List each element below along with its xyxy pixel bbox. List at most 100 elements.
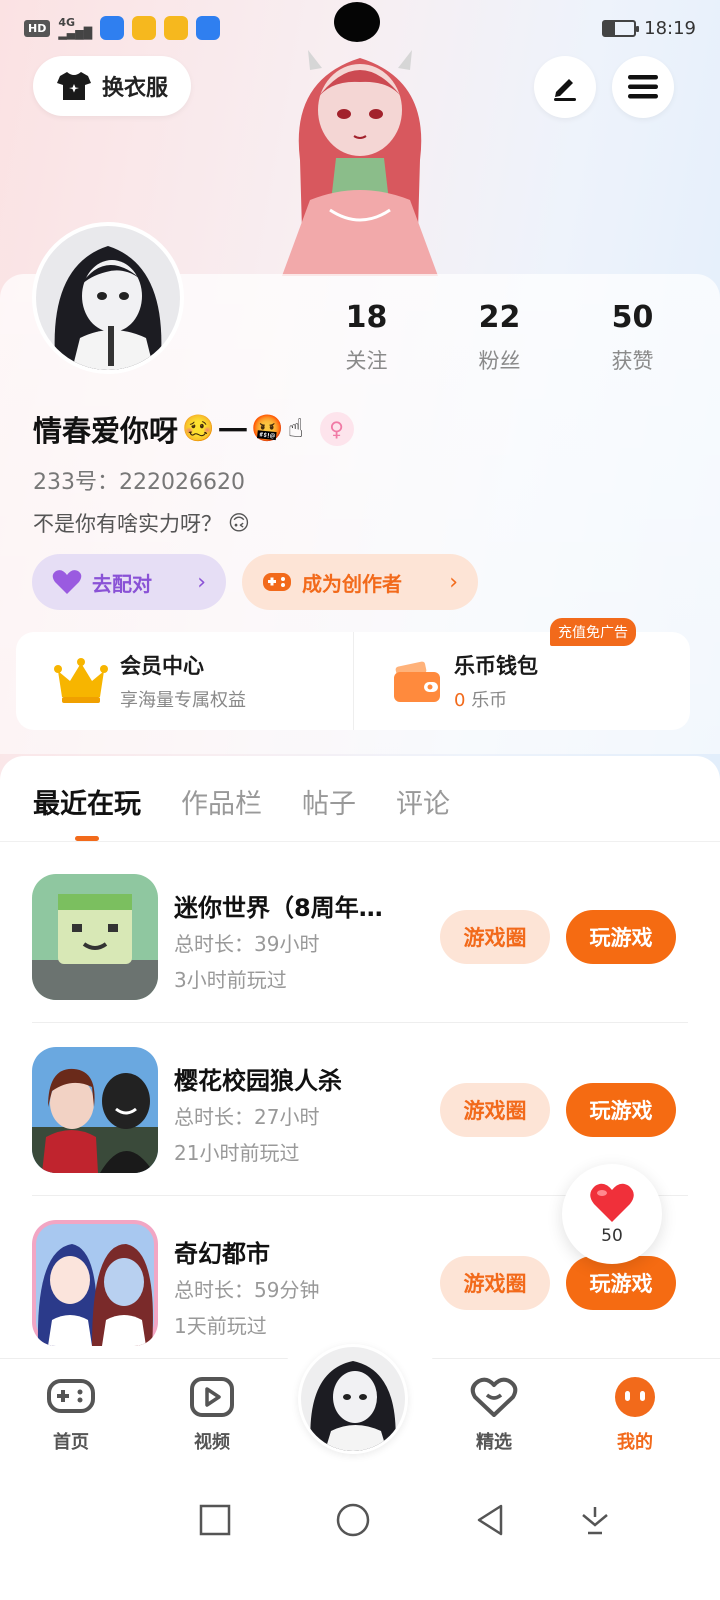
stat-likes[interactable]: 50 获赞 [566,300,699,375]
video-play-icon [190,1377,234,1417]
nickname-emoji: 🤬 [251,414,284,444]
wallet-promo-badge: 充值免广告 [550,618,636,646]
play-game-button[interactable]: 玩游戏 [566,1256,676,1310]
menu-button[interactable] [612,56,674,118]
change-outfit-label: 换衣服 [101,76,168,101]
avatar-image [301,1347,405,1451]
nickname-emoji: 🥴 [182,414,215,444]
game-last-played: 1天前玩过 [174,1314,267,1338]
home-button[interactable] [333,1500,373,1540]
stat-followers[interactable]: 22 粉丝 [433,300,566,375]
member-center-subtitle: 享海量专属权益 [120,690,246,711]
game-icon [32,1220,158,1346]
nav-label: 首页 [53,1432,89,1453]
coin-unit: 乐币 [471,690,508,711]
member-center-title: 会员中心 [120,654,204,678]
game-playtime: 总时长：27小时 [174,1105,320,1129]
wallet-icon [394,661,440,702]
like-floating-button[interactable]: 50 [562,1164,662,1264]
nickname-text: 情春爱你呀 [33,414,179,448]
nav-home[interactable]: 首页 [26,1377,116,1454]
pen-icon [554,79,576,101]
gamepad-icon [263,573,291,591]
game-circle-button[interactable]: 游戏圈 [440,910,550,964]
nickname: 情春爱你呀 🥴 一 🤬 ☝ ♀ [33,408,354,450]
notification-app-icon [132,16,157,40]
tab-comments[interactable]: 评论 [396,756,450,841]
stat-following[interactable]: 18 关注 [300,300,433,375]
nav-featured[interactable]: 精选 [449,1377,539,1454]
system-navigation-bar [0,1470,720,1600]
tab-recently-played[interactable]: 最近在玩 [33,756,141,841]
recent-apps-button[interactable] [195,1500,235,1540]
game-last-played: 21小时前玩过 [174,1141,300,1165]
nav-center-avatar-button[interactable] [298,1344,408,1454]
change-outfit-button[interactable]: 换衣服 [33,56,191,116]
game-list-item[interactable]: 迷你世界（8周年… 总时长：39小时 3小时前玩过 游戏圈 玩游戏 [32,874,688,1046]
divider [32,1022,688,1023]
user-bio: 不是你有啥实力呀？ 🙃 [33,508,250,538]
wallet-entry[interactable]: 乐币钱包 0 乐币 充值免广告 [353,618,690,730]
profile-stats: 18 关注 22 粉丝 50 获赞 [300,300,700,375]
nav-label: 精选 [476,1432,512,1453]
nav-me[interactable]: 我的 [590,1377,680,1454]
clock: 18:19 [644,17,696,39]
edit-profile-button[interactable] [534,56,596,118]
stat-label: 粉丝 [478,349,521,373]
wallet-balance: 0 乐币 [454,686,538,712]
coin-balance: 0 [454,690,466,711]
stat-value: 50 [611,300,654,335]
bio-emoji: 🙃 [228,511,250,535]
nickname-emoji: ☝ [287,414,304,444]
heart-chat-icon [470,1377,518,1417]
avatar-image [36,226,180,370]
game-name: 樱花校园狼人杀 [174,1067,342,1095]
user-avatar[interactable] [32,222,184,374]
game-name: 奇幻都市 [174,1240,270,1268]
notification-app-icon [196,16,221,40]
user-id: 233号：222026620 [33,470,245,495]
play-game-button[interactable]: 玩游戏 [566,910,676,964]
game-name: 迷你世界（8周年… [174,894,383,922]
hd-indicator: HD [24,19,51,37]
stat-label: 关注 [345,349,388,373]
chevron-down-icon [582,1507,608,1535]
play-game-button[interactable]: 玩游戏 [566,1083,676,1137]
purple-heart-icon [52,570,82,594]
battery-icon [602,19,640,37]
tab-works[interactable]: 作品栏 [181,756,262,841]
stat-value: 22 [478,300,521,335]
become-creator-button[interactable]: 成为创作者 › [242,554,478,610]
nav-label: 视频 [194,1432,230,1453]
nav-video[interactable]: 视频 [167,1377,257,1454]
stat-value: 18 [345,300,388,335]
notification-app-icon [164,16,189,40]
game-circle-button[interactable]: 游戏圈 [440,1083,550,1137]
game-circle-button[interactable]: 游戏圈 [440,1256,550,1310]
bio-text: 不是你有啥实力呀？ [33,512,222,536]
face-icon [615,1377,655,1417]
crown-icon [54,658,108,703]
hide-nav-button[interactable] [575,1500,615,1540]
network-type: 4G [58,16,76,29]
member-center-entry[interactable]: 会员中心 享海量专属权益 [16,632,353,730]
chevron-right-icon: › [449,569,458,595]
like-count: 50 [601,1226,623,1246]
circle-icon [336,1503,370,1537]
hamburger-menu-icon [628,75,658,99]
notification-app-icon [100,16,125,40]
gamepad-icon [47,1379,95,1413]
game-playtime: 总时长：39小时 [174,932,320,956]
signal-icon: 4G ▂▄▆█ [58,16,93,40]
camera-cutout [334,2,380,42]
profile-tabs: 最近在玩 作品栏 帖子 评论 [0,756,720,842]
back-button[interactable] [470,1500,510,1540]
character-avatar-figure[interactable] [270,40,450,276]
match-label: 去配对 [92,571,152,596]
game-playtime: 总时长：59分钟 [174,1278,320,1302]
member-wallet-box: 会员中心 享海量专属权益 乐币钱包 0 乐币 充值免广告 [16,618,690,730]
wallet-title: 乐币钱包 [454,654,538,678]
heart-icon [590,1183,634,1222]
match-button[interactable]: 去配对 › [32,554,226,610]
tab-posts[interactable]: 帖子 [302,756,356,841]
